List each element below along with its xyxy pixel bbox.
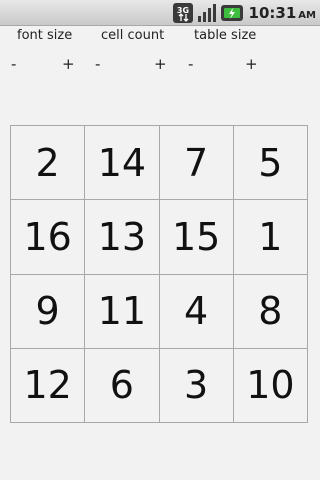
- grid-cell[interactable]: 4: [159, 274, 234, 349]
- grid-cell[interactable]: 7: [159, 126, 234, 201]
- grid-cell[interactable]: 11: [85, 274, 160, 349]
- font-size-increase-button[interactable]: +: [62, 55, 75, 73]
- grid-cell[interactable]: 16: [11, 200, 86, 275]
- grid-cell[interactable]: 14: [85, 126, 160, 201]
- battery-charging-icon: [220, 4, 243, 21]
- grid-cell[interactable]: 9: [11, 274, 86, 349]
- svg-text:3G: 3G: [176, 6, 188, 15]
- 3g-icon: 3G: [172, 2, 193, 23]
- grid-cell[interactable]: 10: [233, 348, 308, 423]
- font-size-control: font size - +: [0, 25, 90, 85]
- status-icons: 3G 10:31 AM: [172, 2, 316, 23]
- cell-count-decrease-button[interactable]: -: [95, 55, 100, 73]
- cell-count-label: cell count: [101, 28, 165, 43]
- table-size-decrease-button[interactable]: -: [188, 55, 193, 73]
- grid-cell[interactable]: 5: [233, 126, 308, 201]
- signal-icon: [197, 3, 216, 22]
- number-grid: 2 14 7 5 16 13 15 1 9 11 4 8 12 6 3 10: [10, 125, 308, 423]
- table-size-label: table size: [194, 28, 257, 43]
- font-size-decrease-button[interactable]: -: [11, 55, 16, 73]
- grid-cell[interactable]: 15: [159, 200, 234, 275]
- grid-cell[interactable]: 13: [85, 200, 160, 275]
- clock: 10:31 AM: [248, 3, 316, 22]
- table-size-control: table size - +: [180, 25, 280, 85]
- grid-cell[interactable]: 6: [85, 348, 160, 423]
- cell-count-control: cell count - +: [90, 25, 180, 85]
- cell-count-increase-button[interactable]: +: [154, 55, 167, 73]
- grid-cell[interactable]: 8: [233, 274, 308, 349]
- grid-cell[interactable]: 1: [233, 200, 308, 275]
- controls-bar: font size - + cell count - + table size …: [0, 25, 320, 85]
- font-size-label: font size: [17, 28, 73, 43]
- grid-cell[interactable]: 2: [11, 126, 86, 201]
- grid-cell[interactable]: 3: [159, 348, 234, 423]
- table-size-increase-button[interactable]: +: [245, 55, 258, 73]
- grid-cell[interactable]: 12: [11, 348, 86, 423]
- status-bar: 3G 10:31 AM: [0, 0, 320, 26]
